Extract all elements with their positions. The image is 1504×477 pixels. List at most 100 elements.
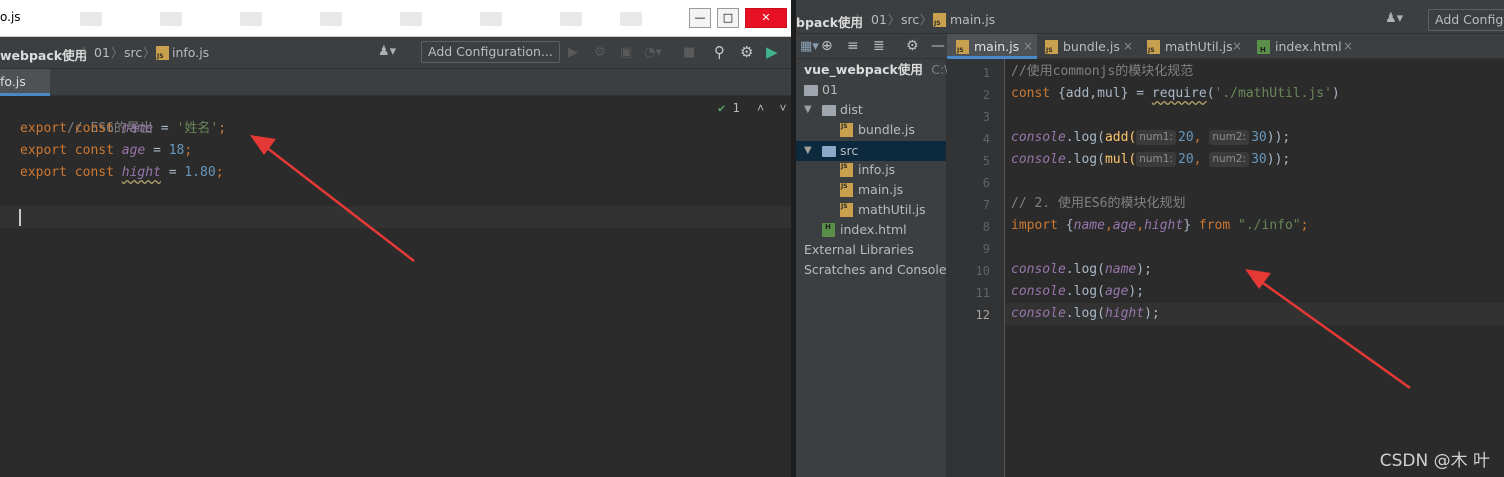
code-line-5: console.log(mul(num1: 20, num2: 30));	[1011, 149, 1290, 171]
line-number: 3	[982, 110, 990, 124]
tree-folder-01[interactable]: 01	[804, 80, 944, 100]
minimize-button[interactable]: —	[689, 8, 711, 28]
project-view-icon[interactable]: ▦▾	[800, 40, 819, 54]
coverage-icon[interactable]: ▣	[620, 46, 632, 60]
js-file-icon	[956, 40, 969, 54]
hide-icon[interactable]: —	[931, 39, 945, 53]
breadcrumb-folder-src[interactable]: src	[901, 12, 919, 27]
locate-icon[interactable]: ⊕	[821, 39, 833, 53]
keyword: const	[1011, 86, 1051, 101]
breadcrumb-project[interactable]: webpack使用	[0, 45, 87, 64]
collapse-all-icon[interactable]: ≣	[873, 39, 885, 53]
profile-icon[interactable]: ◔▾	[644, 46, 662, 60]
chevron-down-icon[interactable]: ▼	[804, 100, 812, 120]
object: console	[1011, 306, 1066, 321]
line-number-gutter: 1 2 3 4 5 6 7 8 9 10 11 12	[947, 59, 1005, 477]
search-icon[interactable]: ⚲	[714, 45, 725, 60]
breadcrumb-folder-src[interactable]: src	[124, 45, 142, 60]
code-line-3: export const age = 18;	[20, 140, 192, 162]
tab-index-html[interactable]: index.html ×	[1255, 34, 1355, 59]
expand-all-icon[interactable]: ≡	[847, 39, 859, 53]
tree-label: main.js	[858, 182, 904, 197]
close-icon[interactable]: ×	[1343, 39, 1353, 53]
breadcrumb-project[interactable]: bpack使用	[796, 12, 863, 31]
tree-external-libraries[interactable]: External Libraries	[796, 240, 946, 260]
close-parens: ));	[1266, 130, 1291, 145]
folder-icon	[804, 85, 818, 96]
variable: age	[121, 143, 146, 158]
comma: ,	[1193, 152, 1210, 167]
number-literal: 18	[168, 143, 185, 158]
close-icon[interactable]: ×	[1232, 39, 1242, 53]
chevron-down-icon[interactable]: ˅	[779, 101, 786, 115]
inspection-widget[interactable]: ✔ 1 ˄ ˅	[718, 101, 787, 116]
maximize-button[interactable]: □	[717, 8, 739, 28]
code-line-1: //使用commonjs的模块化规范	[1011, 61, 1193, 83]
run-icon[interactable]: ▶	[568, 46, 578, 60]
tab-main-js[interactable]: main.js ×	[953, 34, 1039, 59]
tree-label: bundle.js	[858, 122, 915, 137]
breadcrumb-file[interactable]: info.js	[172, 45, 209, 60]
method: .log(	[1065, 262, 1105, 277]
tree-scratches[interactable]: Scratches and Consoles	[796, 260, 953, 280]
watermark: CSDN @木 叶	[1379, 451, 1490, 471]
variable: hight	[1104, 306, 1145, 321]
string-literal: './mathUtil.js'	[1214, 86, 1332, 101]
breadcrumb-folder-01[interactable]: 01	[94, 45, 110, 60]
right-navigation-bar: bpack使用 〉 01 〉 src 〉 main.js ♟▾ Add Conf…	[796, 8, 1504, 34]
right-code-editor[interactable]: //使用commonjs的模块化规范 const {add,mul} = req…	[1005, 59, 1504, 477]
operator: =	[145, 143, 169, 158]
add-configuration-button[interactable]: Add Configuration...	[421, 41, 560, 63]
method: .log(	[1065, 152, 1105, 167]
close-icon[interactable]: ×	[1023, 39, 1033, 53]
js-file-icon	[1045, 40, 1058, 54]
user-icon[interactable]: ♟▾	[378, 45, 396, 59]
tree-file-index[interactable]: index.html	[804, 217, 944, 240]
line-number: 6	[982, 176, 990, 190]
add-configuration-button[interactable]: Add Config	[1428, 9, 1504, 31]
string-literal: '姓名'	[176, 121, 219, 136]
line-number: 9	[982, 242, 990, 256]
tab-mathutil-js[interactable]: mathUtil.js ×	[1145, 34, 1257, 59]
project-tree: vue_webpack使用 C:\Us 01 ▼ dist bundle.js …	[796, 59, 964, 477]
tree-folder-src[interactable]: ▼ src	[804, 141, 944, 161]
tab-info-js[interactable]: fo.js	[0, 69, 50, 96]
object: console	[1011, 130, 1066, 145]
menu-placeholder	[620, 12, 642, 26]
plugin-icon[interactable]: ▶	[766, 45, 778, 60]
tree-file-info[interactable]: info.js	[804, 157, 944, 180]
tab-label: index.html	[1275, 39, 1342, 54]
breadcrumb-file[interactable]: main.js	[950, 12, 995, 27]
left-code-editor[interactable]: ✔ 1 ˄ ˅ // ES6的导出 export const name = '姓…	[0, 96, 791, 477]
number-literal: 30	[1251, 130, 1267, 145]
debug-icon[interactable]: ⚙	[594, 46, 606, 60]
chevron-right-icon: 〉	[82, 46, 95, 60]
settings-icon[interactable]: ⚙	[906, 39, 919, 53]
close-parens: ));	[1266, 152, 1291, 167]
js-file-icon	[933, 13, 946, 27]
tree-folder-dist[interactable]: ▼ dist	[804, 100, 944, 120]
settings-icon[interactable]: ⚙	[740, 45, 753, 60]
left-ide-window: o.js — □ ✕ webpack使用 〉 01 〉 src 〉 info.j…	[0, 0, 791, 477]
keyword: export	[20, 143, 67, 158]
code-line-8: import {name,age,hight} from "./info";	[1011, 218, 1309, 233]
code-line-1: // ES6的导出	[20, 96, 153, 136]
tree-file-bundle[interactable]: bundle.js	[804, 117, 944, 140]
comma: ,	[1193, 130, 1210, 145]
chevron-down-icon[interactable]: ▼	[804, 141, 812, 161]
function-call: add(	[1104, 130, 1137, 145]
close-icon[interactable]: ×	[1123, 39, 1133, 53]
user-icon[interactable]: ♟▾	[1385, 12, 1403, 26]
tree-root[interactable]: vue_webpack使用 C:\Us	[804, 60, 964, 80]
parameter-hint: num1:	[1136, 152, 1177, 167]
folder-icon	[822, 146, 836, 157]
breadcrumb-folder-01[interactable]: 01	[871, 12, 887, 27]
stop-icon[interactable]: ■	[683, 46, 695, 60]
js-file-icon	[840, 117, 853, 137]
close-button[interactable]: ✕	[745, 8, 787, 28]
tab-bundle-js[interactable]: bundle.js ×	[1043, 34, 1143, 59]
chevron-up-icon[interactable]: ˄	[757, 101, 764, 115]
number-literal: 20	[1178, 130, 1194, 145]
tree-file-main[interactable]: main.js	[804, 177, 944, 200]
operator: =	[153, 121, 177, 136]
